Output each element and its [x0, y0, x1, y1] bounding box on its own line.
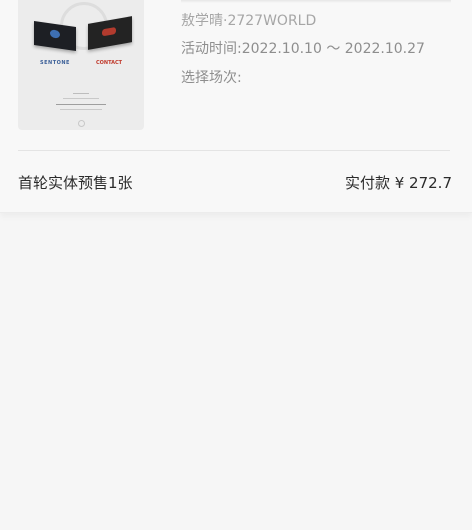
session-select-label[interactable]: 选择场次:: [181, 67, 242, 87]
product-name: 首轮实体预售1张: [18, 174, 133, 192]
thumbnail-line: [73, 93, 89, 94]
album-box-left-image: [34, 21, 76, 51]
thumbnail-dot-icon: [78, 120, 85, 127]
thumbnail-line: [60, 109, 102, 110]
cut-off-title-edge: [181, 0, 451, 3]
thumbnail-line: [63, 98, 99, 99]
thumbnail-tag-right: CONTACT: [96, 60, 123, 66]
product-thumbnail[interactable]: SENTONE CONTACT: [18, 0, 144, 130]
divider: [18, 150, 450, 151]
activity-time: 活动时间:2022.10.10 ～ 2022.10.27: [181, 41, 425, 57]
artist-name: 敖学晴·2727WORLD: [181, 13, 317, 29]
thumbnail-tag-left: SENTONE: [40, 60, 70, 66]
thumbnail-line: [56, 104, 106, 105]
order-card[interactable]: SENTONE CONTACT 敖学晴·2727WORLD 活动时间:2022.…: [0, 0, 472, 213]
paid-amount: 实付款 ¥ 272.7: [344, 174, 452, 192]
